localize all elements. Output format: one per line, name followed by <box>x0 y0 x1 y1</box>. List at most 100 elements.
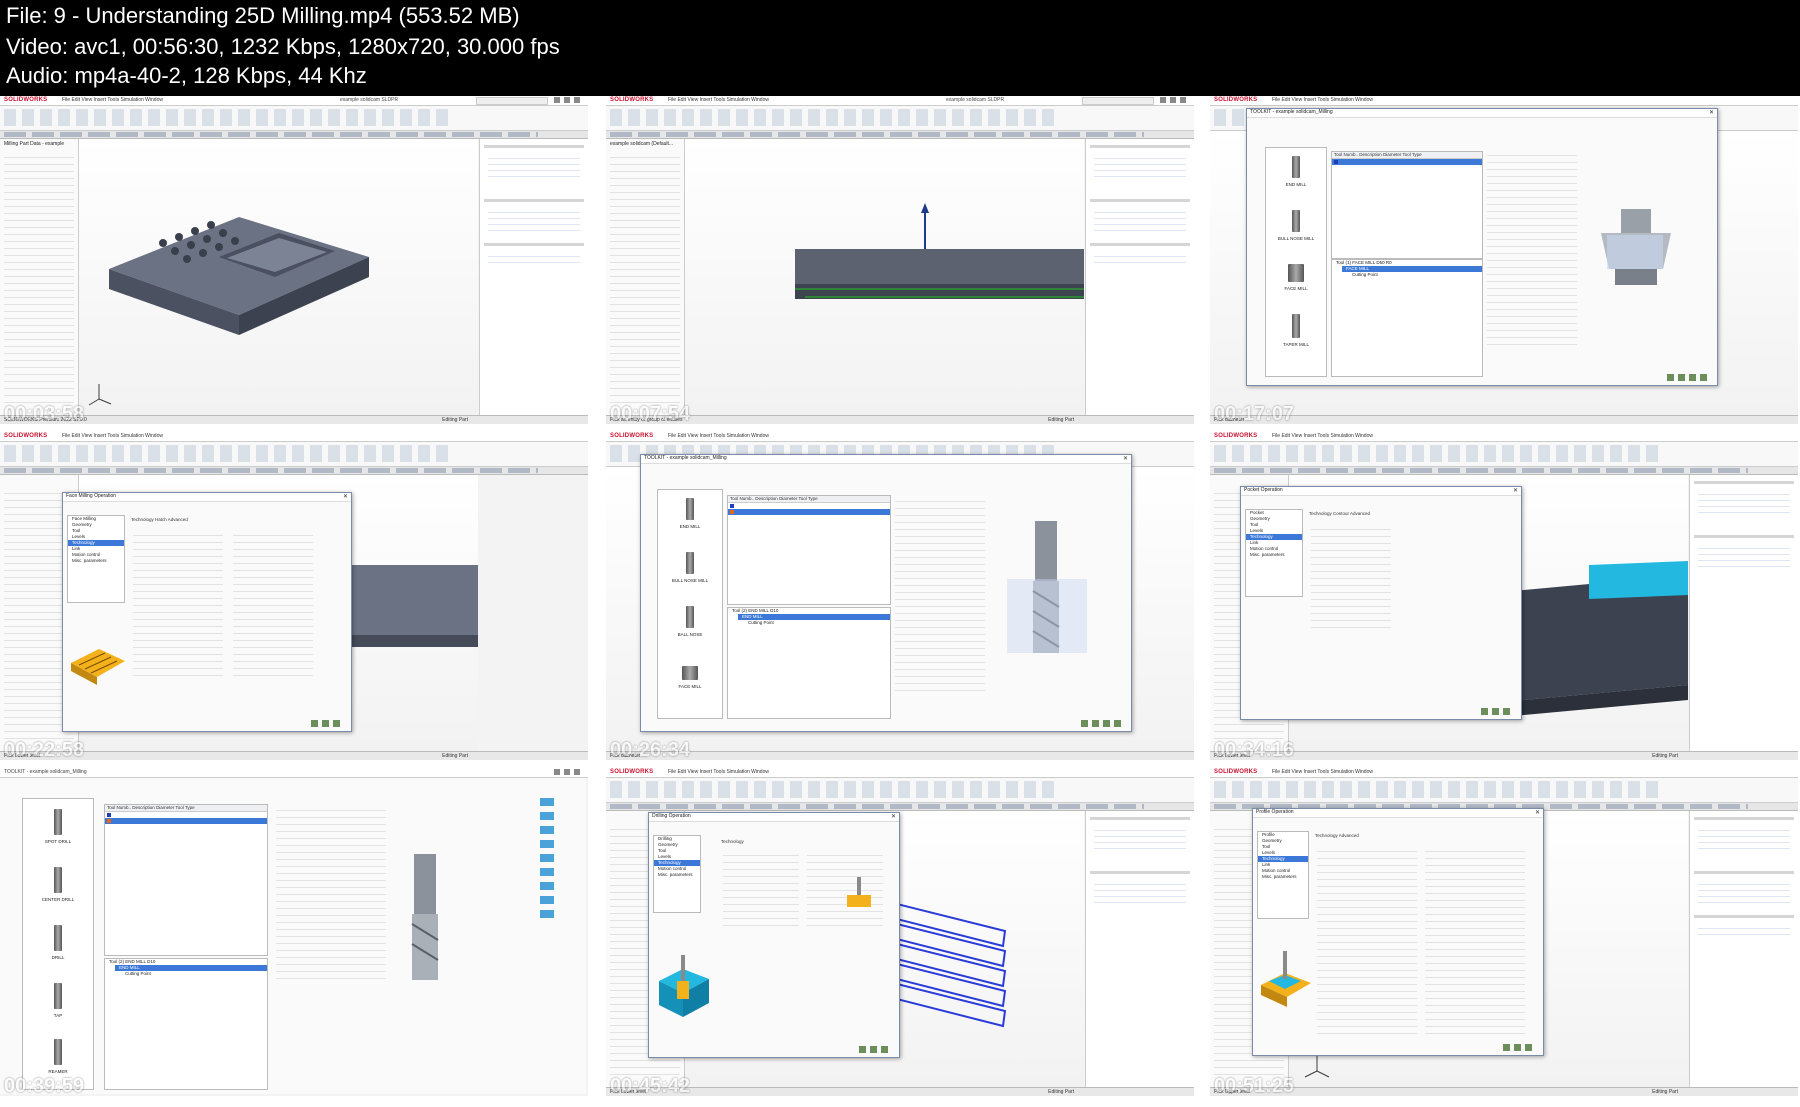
tool-table[interactable]: Tool Numb.. Description Diameter Tool Ty… <box>1331 151 1483 259</box>
technology-parameters[interactable] <box>1317 845 1417 1035</box>
window-buttons[interactable] <box>554 97 584 103</box>
toolkit-dialog[interactable]: TOOLKIT - example solidcam_Milling ✕ END… <box>640 454 1132 732</box>
tool-tree[interactable]: Tool (2) END MILL D10 END MILL Cutting P… <box>727 607 891 719</box>
window-buttons[interactable] <box>554 769 584 775</box>
end-mill-icon[interactable] <box>1292 156 1300 178</box>
menu-bar[interactable]: File Edit View Insert Tools Simulation W… <box>1272 97 1373 103</box>
technology-parameters[interactable] <box>1311 523 1391 633</box>
close-icon[interactable]: ✕ <box>1513 487 1518 494</box>
thumbnail-6[interactable]: SOLIDWORKS File Edit View Insert Tools S… <box>1210 432 1798 760</box>
menu-bar[interactable]: File Edit View Insert Tools Simulation W… <box>1272 433 1373 439</box>
param-tabs[interactable]: Technology Contour Advanced <box>1309 511 1370 516</box>
thumbnail-1[interactable]: SOLIDWORKS File Edit View Insert Tools S… <box>0 96 588 424</box>
tool-type-list[interactable]: END MILL BULL NOSE MILL FACE MILL TAPER … <box>1265 147 1327 377</box>
param-tabs[interactable]: Technology Advanced <box>1315 833 1359 838</box>
end-mill-icon[interactable] <box>686 498 694 520</box>
tree-item[interactable]: Misc. parameters <box>654 872 700 878</box>
tool-type-list[interactable]: END MILL BULL NOSE MILL BALL NOSE FACE M… <box>657 489 723 719</box>
menu-bar[interactable]: File Edit View Insert Tools Simulation W… <box>62 433 163 439</box>
param-tabs[interactable]: Technology <box>721 839 744 844</box>
graphics-area[interactable] <box>685 139 1084 416</box>
tool-table[interactable]: Tool Numb.. Description Diameter Tool Ty… <box>727 495 891 605</box>
bull-nose-icon[interactable] <box>686 552 694 574</box>
operation-tree[interactable]: Pocket Geometry Tool Levels Technology L… <box>1245 509 1303 597</box>
face-mill-icon[interactable] <box>682 666 698 680</box>
dialog-buttons[interactable] <box>1481 708 1511 715</box>
thumbnail-3[interactable]: SOLIDWORKS File Edit View Insert Tools S… <box>1210 96 1798 424</box>
dialog-buttons[interactable] <box>859 1046 889 1053</box>
task-pane[interactable] <box>479 139 588 416</box>
command-ribbon[interactable] <box>606 106 1194 131</box>
thumbnail-7[interactable]: TOOLKIT - example solidcam_Milling SPOT … <box>0 768 588 1096</box>
dialog-buttons[interactable] <box>1503 1044 1533 1051</box>
property-manager[interactable]: example solidcam (Default... <box>606 139 685 416</box>
menu-bar[interactable]: File Edit View Insert Tools Simulation W… <box>668 433 769 439</box>
search-input[interactable] <box>476 97 548 105</box>
thumbnail-9[interactable]: SOLIDWORKS File Edit View Insert Tools S… <box>1210 768 1798 1096</box>
task-pane[interactable] <box>1689 475 1798 752</box>
close-icon[interactable]: ✕ <box>343 493 348 500</box>
param-tabs[interactable]: Technology Hatch Advanced <box>131 517 188 522</box>
ball-nose-icon[interactable] <box>686 606 694 628</box>
menu-bar[interactable]: File Edit View Insert Tools Simulation W… <box>1272 769 1373 775</box>
window-buttons[interactable] <box>1160 97 1190 103</box>
center-drill-icon[interactable] <box>54 867 62 893</box>
task-pane[interactable] <box>1085 811 1194 1088</box>
drill-icon[interactable] <box>54 925 62 951</box>
operation-tree[interactable]: Face Milling Geometry Tool Levels Techno… <box>67 515 125 603</box>
tree-leaf[interactable]: Cutting Point <box>121 971 267 977</box>
tree-item[interactable]: Misc. parameters <box>1246 552 1302 558</box>
close-icon[interactable]: ✕ <box>1709 109 1714 116</box>
command-ribbon[interactable] <box>1210 442 1798 467</box>
command-tabs[interactable] <box>1210 467 1798 475</box>
tool-tree[interactable]: Tool (1) FACE MILL D50 R0 FACE MILL Cutt… <box>1331 259 1483 377</box>
command-ribbon[interactable] <box>606 778 1194 803</box>
tool-type-list[interactable]: SPOT DRILL CENTER DRILL DRILL TAP REAMER <box>22 798 94 1090</box>
close-icon[interactable]: ✕ <box>1535 809 1540 816</box>
extension-parameters[interactable] <box>233 529 313 679</box>
search-input[interactable] <box>1082 97 1154 105</box>
operation-tree[interactable]: Profile Geometry Tool Levels Technology … <box>1257 831 1309 919</box>
task-pane[interactable] <box>1085 139 1194 416</box>
drill-parameters[interactable] <box>723 849 799 929</box>
property-manager[interactable]: Milling Part Data - example <box>0 139 79 416</box>
graphics-area[interactable] <box>79 139 478 416</box>
thumbnail-8[interactable]: SOLIDWORKS File Edit View Insert Tools S… <box>606 768 1194 1096</box>
dialog-buttons[interactable] <box>1667 374 1707 381</box>
technology-parameters[interactable] <box>133 529 223 679</box>
thumbnail-5[interactable]: SOLIDWORKS File Edit View Insert Tools S… <box>606 432 1194 760</box>
operation-dialog[interactable]: Drilling Operation ✕ Drilling Geometry T… <box>648 812 900 1058</box>
dialog-buttons[interactable] <box>311 720 341 727</box>
operation-tree[interactable]: Drilling Geometry Tool Levels Technology… <box>653 835 701 913</box>
command-ribbon[interactable] <box>1210 778 1798 803</box>
tree-item[interactable]: Misc. parameters <box>1258 874 1308 880</box>
menu-bar[interactable]: File Edit View Insert Tools Simulation W… <box>668 97 769 103</box>
bull-nose-icon[interactable] <box>1292 210 1300 232</box>
command-ribbon[interactable] <box>0 442 588 467</box>
face-mill-icon[interactable] <box>1288 264 1304 282</box>
table-row[interactable] <box>728 509 890 515</box>
tool-parameters[interactable] <box>895 495 985 695</box>
menu-bar[interactable]: File Edit View Insert Tools Simulation W… <box>62 97 163 103</box>
command-tabs[interactable] <box>606 131 1194 139</box>
tree-leaf[interactable]: Cutting Point <box>1348 272 1482 278</box>
command-tabs[interactable] <box>0 131 588 139</box>
tool-parameters[interactable] <box>1487 149 1577 349</box>
dialog-buttons[interactable] <box>1081 720 1121 727</box>
taper-mill-icon[interactable] <box>1292 314 1300 338</box>
tree-item[interactable]: Misc. parameters <box>68 558 124 564</box>
tool-parameters[interactable] <box>276 804 386 984</box>
offset-parameters[interactable] <box>1425 845 1525 1035</box>
tap-icon[interactable] <box>54 983 62 1009</box>
table-row[interactable] <box>105 818 267 824</box>
command-tabs[interactable] <box>606 803 1194 811</box>
thumbnail-4[interactable]: SOLIDWORKS File Edit View Insert Tools S… <box>0 432 588 760</box>
menu-bar[interactable]: File Edit View Insert Tools Simulation W… <box>668 769 769 775</box>
tree-leaf[interactable]: Cutting Point <box>744 620 890 626</box>
command-ribbon[interactable] <box>0 106 588 131</box>
side-toolbar[interactable] <box>540 798 554 918</box>
operation-dialog[interactable]: Face Milling Operation ✕ Face Milling Ge… <box>62 492 352 732</box>
tool-tree[interactable]: Tool (2) END MILL D10 END MILL Cutting P… <box>104 958 268 1090</box>
close-icon[interactable]: ✕ <box>891 813 896 820</box>
toolkit-dialog[interactable]: SPOT DRILL CENTER DRILL DRILL TAP REAMER… <box>0 778 586 1094</box>
